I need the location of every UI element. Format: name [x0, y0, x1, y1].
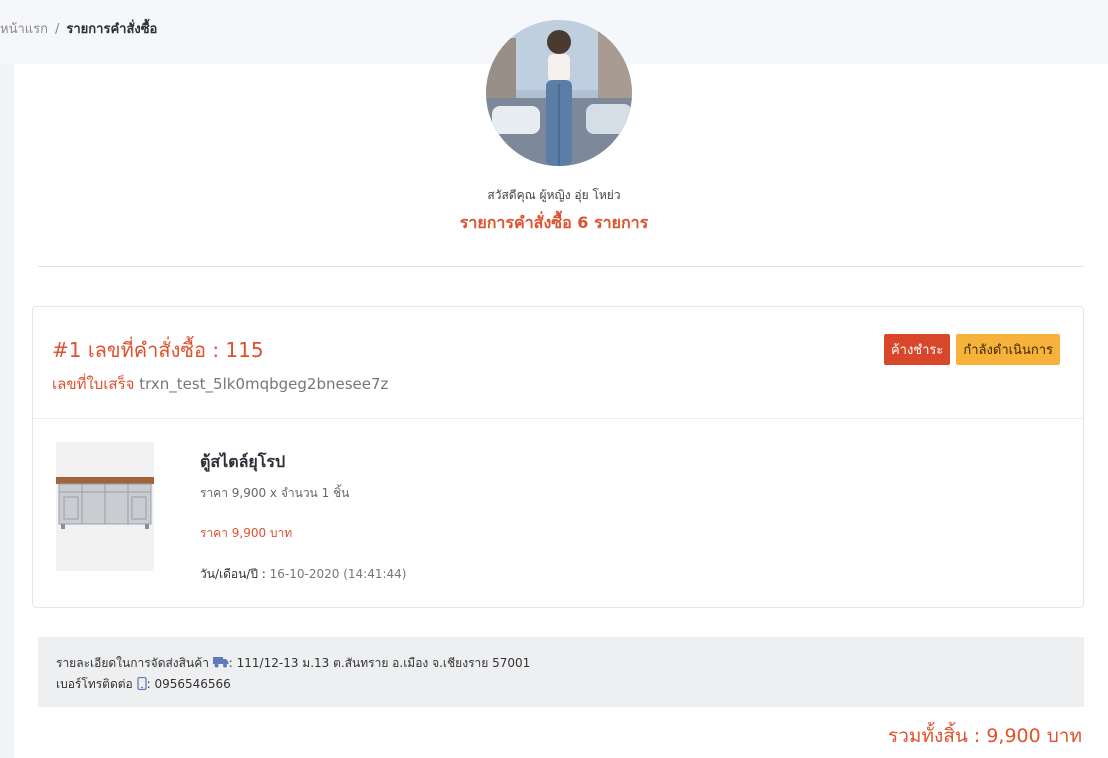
receipt-number: เลขที่ใบเสร็จ trxn_test_5lk0mqbgeg2bnese… — [52, 372, 388, 396]
breadcrumb-separator: / — [55, 22, 60, 37]
order-count: รายการคำสั่งซื้อ 6 รายการ — [459, 213, 649, 232]
breadcrumb-home-link[interactable]: หน้าแรก — [0, 22, 48, 37]
phone-value: : 0956546566 — [146, 677, 231, 691]
order-title: #1 เลขที่คำสั่งซื้อ : 115 — [52, 338, 264, 362]
product-name[interactable]: ตู้สไตล์ยุโรป — [200, 450, 285, 475]
processing-badge: กำลังดำเนินการ — [956, 334, 1060, 365]
cabinet-image — [56, 477, 154, 529]
breadcrumb-current: รายการคำสั่งซื้อ — [66, 22, 158, 37]
phone-icon — [136, 676, 147, 693]
truck-icon — [212, 656, 229, 671]
order-date: วัน/เดือน/ปี : 16-10-2020 (14:41:44) — [200, 565, 406, 584]
phone-label: เบอร์โทรติดต่อ — [56, 677, 133, 691]
card-divider — [33, 418, 1083, 419]
shipping-phone-row: เบอร์โทรติดต่อ : 0956546566 — [56, 675, 231, 694]
receipt-value: trxn_test_5lk0mqbgeg2bnesee7z — [139, 375, 389, 393]
shipping-address-label: รายละเอียดในการจัดส่งสินค้า — [56, 656, 209, 670]
price-quantity: ราคา 9,900 x จำนวน 1 ชิ้น — [200, 486, 350, 500]
shipping-address-row: รายละเอียดในการจัดส่งสินค้า : 111/12-13 … — [56, 654, 530, 673]
grand-total: รวมทั้งสิ้น : 9,900 บาท — [888, 725, 1082, 747]
unpaid-badge: ค้างชำระ — [883, 334, 951, 365]
date-value: 16-10-2020 (14:41:44) — [269, 567, 407, 581]
item-total-price: ราคา 9,900 บาท — [200, 526, 293, 540]
receipt-label: เลขที่ใบเสร็จ — [52, 375, 135, 393]
product-image — [56, 442, 154, 571]
date-label: วัน/เดือน/ปี : — [200, 567, 266, 581]
divider — [38, 266, 1084, 267]
avatar — [486, 20, 632, 166]
avatar-photo — [486, 20, 632, 166]
shipping-address-value: : 111/12-13 ม.13 ต.สันทราย อ.เมือง จ.เชี… — [228, 656, 531, 670]
breadcrumb: หน้าแรก / รายการคำสั่งซื้อ — [0, 18, 157, 39]
greeting-text: สวัสดีคุณ ผู้หญิง อุ่ย โหย่ว — [487, 188, 621, 202]
shipping-details: รายละเอียดในการจัดส่งสินค้า : 111/12-13 … — [38, 637, 1084, 707]
order-card: #1 เลขที่คำสั่งซื้อ : 115 เลขที่ใบเสร็จ … — [32, 306, 1084, 608]
status-badges: ค้างชำระ กำลังดำเนินการ — [883, 334, 1060, 365]
